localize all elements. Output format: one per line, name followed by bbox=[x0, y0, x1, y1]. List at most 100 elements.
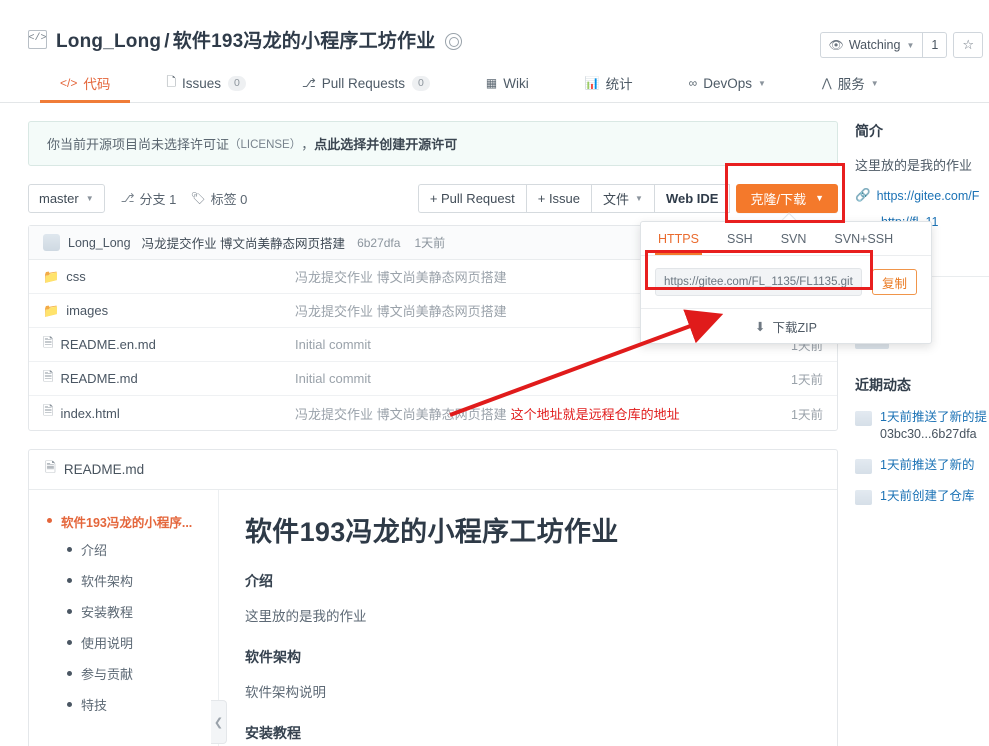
readme-panel: 🗎 README.md 软件193冯龙的小程序... 介绍 软件架构 安装教程 … bbox=[28, 449, 838, 746]
bullet-icon bbox=[47, 518, 52, 523]
chevron-down-icon: ▼ bbox=[815, 193, 824, 203]
toc-item-contribute[interactable]: 参与贡献 bbox=[67, 664, 218, 683]
tab-pull-requests[interactable]: ⎇ Pull Requests 0 bbox=[282, 66, 450, 103]
toc-list: 软件193冯龙的小程序... 介绍 软件架构 安装教程 使用说明 参与贡献 特技 bbox=[29, 512, 218, 714]
toc-item-label: 软件架构 bbox=[81, 574, 134, 589]
download-zip-row[interactable]: ⬇ 下载ZIP bbox=[641, 309, 931, 343]
file-name-cell[interactable]: 🗎 README.md bbox=[43, 368, 295, 390]
repo-header: </> Long_Long / 软件193冯龙的小程序工坊作业 👁 Watching… bbox=[0, 0, 989, 103]
toc-item-usage[interactable]: 使用说明 bbox=[67, 633, 218, 652]
watch-button[interactable]: 👁 Watching ▼ bbox=[819, 32, 923, 58]
clone-tab-svn-ssh[interactable]: SVN+SSH bbox=[831, 232, 896, 255]
activity-label: 1天前推送了新的提 bbox=[880, 410, 987, 424]
branch-name: master bbox=[39, 190, 79, 206]
new-issue-button[interactable]: + Issue bbox=[525, 183, 592, 213]
file-name-cell[interactable]: 🗎 index.html bbox=[43, 402, 295, 424]
file-name-cell[interactable]: 📁 css bbox=[43, 269, 295, 285]
tab-code[interactable]: </> 代码 bbox=[40, 66, 131, 103]
new-pull-request-button[interactable]: + Pull Request bbox=[417, 183, 526, 213]
link-icon: 🔗 bbox=[855, 188, 871, 202]
branch-selector[interactable]: master ▼ bbox=[28, 183, 105, 213]
copy-button[interactable]: 复制 bbox=[871, 269, 917, 295]
bullet-icon bbox=[67, 702, 72, 707]
readme-header: 🗎 README.md bbox=[29, 450, 837, 490]
branches-label: 分支 1 bbox=[139, 191, 177, 207]
file-time: 1天前 bbox=[791, 407, 823, 422]
code-icon: </> bbox=[28, 29, 47, 49]
readme-text-intro: 这里放的是我的作业 bbox=[245, 609, 367, 624]
tags-link[interactable]: 🏷 标签 0 bbox=[190, 189, 247, 208]
download-icon: ⬇ bbox=[755, 319, 766, 334]
sidebar-intro-text: 这里放的是我的作业 bbox=[855, 158, 973, 173]
readme-filename: README.md bbox=[63, 462, 145, 477]
tab-label: 统计 bbox=[605, 77, 633, 92]
readme-h1: 软件193冯龙的小程序工坊作业 bbox=[245, 517, 619, 547]
tab-devops[interactable]: ∞ DevOps ▼ bbox=[669, 66, 786, 103]
repo-owner[interactable]: Long_Long bbox=[56, 31, 161, 52]
sidebar-homepage-link[interactable]: 🔗 https://gitee.com/F bbox=[855, 188, 989, 203]
chevron-down-icon: ▼ bbox=[758, 78, 766, 88]
activity-sha: 03bc30...6b27dfa bbox=[880, 427, 977, 441]
readme-text-architecture: 软件架构说明 bbox=[245, 685, 326, 700]
commit-author[interactable]: Long_Long bbox=[68, 236, 131, 250]
license-create-link[interactable]: 点此选择并创建开源许可 bbox=[314, 134, 457, 153]
wiki-icon: ▦ bbox=[485, 76, 498, 90]
star-button[interactable]: ☆ bbox=[953, 32, 983, 58]
license-tag: （LICENSE） bbox=[229, 138, 302, 151]
table-row[interactable]: 🗎 index.html 冯龙提交作业 博文尚美静态网页搭建 这个地址就是远程仓库… bbox=[29, 396, 837, 430]
file-time: 1天前 bbox=[791, 373, 823, 387]
activity-label: 1天前推送了新的 bbox=[880, 458, 975, 472]
bullet-icon bbox=[67, 578, 72, 583]
page-root: </> Long_Long / 软件193冯龙的小程序工坊作业 👁 Watching… bbox=[0, 0, 989, 746]
files-label: 文件 bbox=[603, 191, 630, 207]
pull-request-icon: ⎇ bbox=[301, 76, 316, 90]
toc-item-install[interactable]: 安装教程 bbox=[67, 602, 218, 621]
devops-icon: ∞ bbox=[688, 76, 698, 90]
tab-issues[interactable]: 🗋 Issues 0 bbox=[146, 66, 266, 103]
tab-label: 代码 bbox=[83, 77, 111, 92]
bullet-icon bbox=[67, 671, 72, 676]
title-separator: / bbox=[164, 30, 170, 52]
commit-sha[interactable]: 6b27dfa bbox=[357, 236, 400, 250]
clone-tab-https[interactable]: HTTPS bbox=[655, 232, 702, 255]
toc-top-row[interactable]: 软件193冯龙的小程序... bbox=[47, 512, 218, 531]
branches-link[interactable]: ⎇ 分支 1 bbox=[121, 189, 177, 208]
repo-sidebar: 简介 这里放的是我的作业 🔗 https://gitee.com/F http:… bbox=[845, 103, 989, 746]
issues-count: 0 bbox=[228, 75, 246, 91]
list-item[interactable]: 1天前创建了仓库 bbox=[855, 488, 989, 505]
tab-stats[interactable]: 📊 统计 bbox=[565, 66, 653, 103]
activity-text: 1天前推送了新的提 03bc30...6b27dfa bbox=[880, 409, 987, 443]
list-item[interactable]: 1天前推送了新的提 03bc30...6b27dfa bbox=[855, 409, 989, 443]
toc-item-intro[interactable]: 介绍 bbox=[67, 540, 218, 559]
file-name-cell[interactable]: 🗎 README.en.md bbox=[43, 334, 295, 356]
activity-title: 近期动态 bbox=[855, 377, 911, 393]
tags-label: 标签 0 bbox=[210, 191, 248, 207]
list-item[interactable]: 1天前推送了新的 bbox=[855, 457, 989, 474]
files-menu-button[interactable]: 文件 ▼ bbox=[591, 183, 654, 213]
clone-tab-svn[interactable]: SVN bbox=[778, 232, 810, 255]
file-name-cell[interactable]: 📁 images bbox=[43, 303, 295, 319]
toc-top-item[interactable]: 软件193冯龙的小程序... 介绍 软件架构 安装教程 使用说明 参与贡献 特技 bbox=[29, 512, 218, 714]
file-commit-message: Initial commit bbox=[295, 371, 371, 386]
repo-toolbar: master ▼ ⎇ 分支 1 🏷 标签 0 + Pull Request + … bbox=[28, 183, 838, 213]
readme-heading-install: 安装教程 bbox=[245, 725, 301, 741]
toc-item-architecture[interactable]: 软件架构 bbox=[67, 571, 218, 590]
web-ide-button[interactable]: Web IDE bbox=[653, 183, 731, 213]
tab-wiki[interactable]: ▦ Wiki bbox=[466, 66, 549, 103]
tab-service[interactable]: ⋀ 服务 ▼ bbox=[802, 66, 899, 103]
toc-top-label: 软件193冯龙的小程序... bbox=[61, 516, 193, 530]
toc-item-features[interactable]: 特技 bbox=[67, 695, 218, 714]
commit-message[interactable]: 冯龙提交作业 博文尚美静态网页搭建 bbox=[142, 233, 345, 252]
clone-tab-ssh[interactable]: SSH bbox=[724, 232, 756, 255]
header-actions: 👁 Watching ▼ 1 ☆ bbox=[819, 32, 983, 58]
watch-count[interactable]: 1 bbox=[922, 32, 948, 58]
toc-item-label: 使用说明 bbox=[81, 636, 134, 651]
readme-collapse-handle[interactable]: ❮ bbox=[211, 700, 227, 744]
repo-name[interactable]: 软件193冯龙的小程序工坊作业 bbox=[173, 31, 436, 52]
tag-icon: 🏷 bbox=[190, 191, 206, 205]
table-row[interactable]: 🗎 README.md Initial commit 1天前 bbox=[29, 362, 837, 396]
clone-download-button[interactable]: 克隆/下载 ▼ bbox=[736, 183, 838, 213]
verified-badge-icon bbox=[445, 32, 463, 50]
sidebar-intro-title: 简介 bbox=[855, 123, 883, 139]
clone-url-input[interactable]: https://gitee.com/FL_1135/FL1135.git bbox=[655, 268, 862, 296]
